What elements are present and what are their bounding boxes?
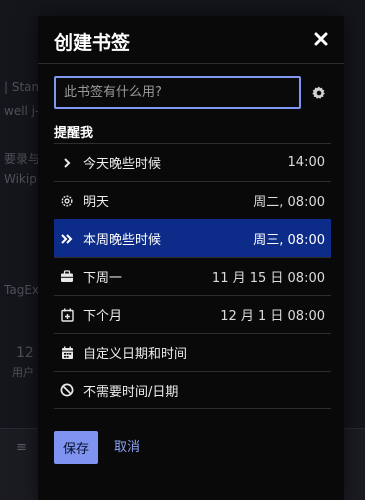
option-later-this-week[interactable]: 本周晚些时候 周三, 08:00 (54, 219, 331, 257)
background-text: 要录与 (4, 152, 41, 166)
option-time: 12 月 1 日 08:00 (220, 309, 325, 324)
option-next-monday[interactable]: 下周一 11 月 15 日 08:00 (54, 257, 331, 295)
save-button[interactable]: 保存 (54, 431, 98, 464)
option-no-date-time[interactable]: 不需要时间/日期 (54, 371, 331, 409)
reminder-options: 今天晚些时候 14:00 明天 周二, 08:00 本周晚些时候 周三, 08:… (54, 143, 331, 409)
chevron-right-icon (60, 156, 74, 170)
option-next-month[interactable]: 下个月 12 月 1 日 08:00 (54, 295, 331, 333)
gear-icon (312, 86, 325, 99)
option-label: 下周一 (83, 271, 123, 286)
option-time: 周二, 08:00 (253, 195, 325, 210)
option-label: 明天 (83, 195, 110, 210)
remind-me-label: 提醒我 (54, 126, 94, 141)
option-time: 11 月 15 日 08:00 (211, 271, 325, 286)
option-later-today[interactable]: 今天晚些时候 14:00 (54, 143, 331, 181)
bookmark-name-input[interactable] (56, 78, 299, 107)
briefcase-icon (60, 270, 74, 284)
modal-header: 创建书签 (38, 16, 344, 64)
option-label: 今天晚些时候 (83, 157, 162, 172)
cancel-button[interactable]: 取消 (114, 431, 140, 464)
create-bookmark-modal: 创建书签 提醒我 今天晚些时候 14:00 (38, 16, 344, 500)
settings-button[interactable] (312, 85, 326, 99)
option-label: 自定义日期和时间 (83, 347, 188, 362)
modal-title: 创建书签 (54, 32, 131, 54)
option-time: 14:00 (287, 155, 325, 170)
background-text: Wikip (4, 172, 37, 186)
gear-icon (60, 194, 74, 208)
background-text: TagEx (4, 283, 39, 297)
ban-icon (60, 383, 74, 397)
option-label: 不需要时间/日期 (83, 384, 179, 400)
bookmark-name-field (54, 76, 301, 109)
list-icon: ≡ (16, 440, 27, 455)
calendar-plus-icon (60, 308, 74, 322)
option-time: 周三, 08:00 (253, 233, 325, 248)
option-tomorrow[interactable]: 明天 周二, 08:00 (54, 181, 331, 219)
option-custom-date-time[interactable]: 自定义日期和时间 (54, 333, 331, 371)
calendar-grid-icon (60, 346, 74, 360)
background-text: 用户 (12, 366, 34, 379)
option-label: 本周晚些时候 (83, 233, 162, 248)
background-text: well j- (4, 104, 40, 118)
close-button[interactable] (310, 28, 332, 50)
close-icon (314, 32, 328, 46)
double-chevron-right-icon (60, 232, 74, 246)
option-label: 下个月 (83, 309, 123, 324)
background-text: 12 (16, 345, 34, 361)
